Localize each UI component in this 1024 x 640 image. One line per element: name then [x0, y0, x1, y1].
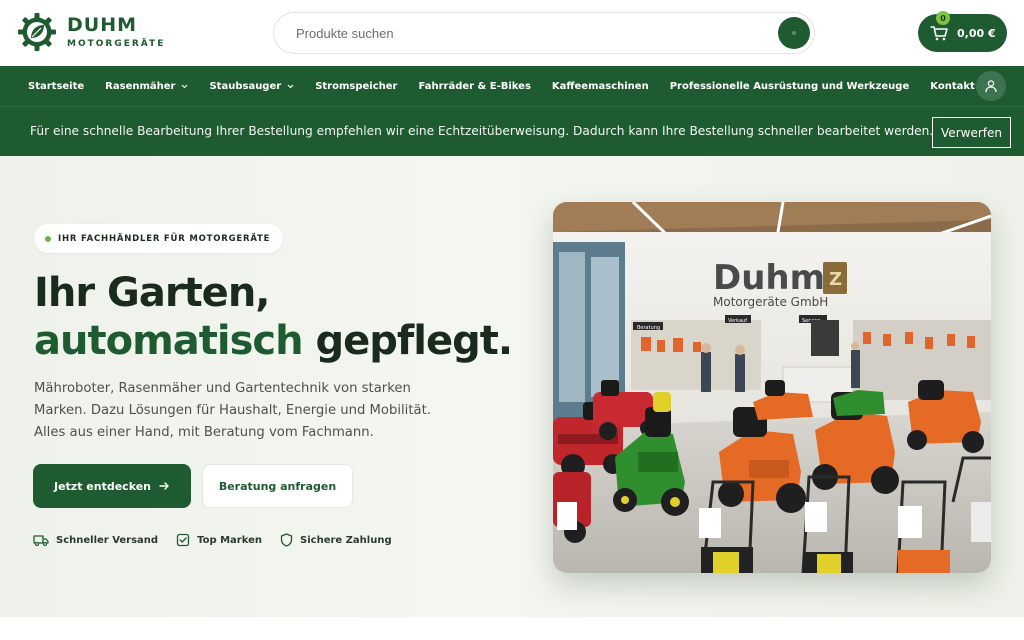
feature-item: Sichere Zahlung: [280, 533, 392, 547]
search-input[interactable]: [296, 13, 766, 53]
headline-line1: Ihr Garten,: [34, 270, 270, 316]
brand-tagline: MOTORGERÄTE: [67, 38, 166, 49]
account-button[interactable]: [976, 71, 1006, 101]
notice-text: Für eine schnelle Bearbeitung Ihrer Best…: [30, 124, 934, 138]
nav-items: Startseite Rasenmäher Staubsauger Stroms…: [28, 66, 996, 106]
consultation-button[interactable]: Beratung anfragen: [202, 464, 353, 508]
hero-lead: Mähroboter, Rasenmäher und Gartentechnik…: [34, 381, 431, 440]
feature-list: Schneller Versand Top Marken Sichere Zah…: [33, 533, 392, 547]
nav-item-rasenmaeher[interactable]: Rasenmäher: [105, 81, 188, 92]
discover-label: Jetzt entdecken: [53, 479, 152, 493]
nav-item-startseite[interactable]: Startseite: [28, 81, 84, 92]
gear-leaf-icon: [18, 13, 56, 51]
check-square-icon: [176, 533, 190, 547]
hero-headline: Ihr Garten, automatisch gepflegt.: [34, 269, 514, 365]
showroom-sign-name: Duhm: [713, 258, 825, 298]
shelf-label: Beratung: [637, 325, 660, 331]
showroom-sign-icon: Z: [829, 269, 842, 290]
shield-icon: [280, 533, 293, 547]
main-nav: Startseite Rasenmäher Staubsauger Stroms…: [0, 66, 1024, 106]
hero-section: IHR FACHHÄNDLER FÜR MOTORGERÄTE Ihr Gart…: [0, 156, 1024, 640]
nav-label: Kaffeemaschinen: [551, 80, 649, 92]
site-header: DUHM MOTORGERÄTE 0,00 € 0: [0, 0, 1024, 66]
user-icon: [985, 80, 997, 93]
brand-name: DUHM: [67, 13, 138, 36]
arrow-right-icon: [159, 482, 169, 490]
showroom-sign-sub: Motorgeräte GmbH: [713, 295, 828, 309]
truck-icon: [33, 535, 49, 547]
dismiss-button[interactable]: Verwerfen: [932, 117, 1011, 148]
nav-label: Startseite: [28, 80, 85, 92]
eyebrow-badge: IHR FACHHÄNDLER FÜR MOTORGERÄTE: [34, 224, 284, 253]
nav-label: Kontakt: [930, 80, 975, 92]
search-button[interactable]: [778, 17, 810, 49]
cart-icon: [930, 26, 948, 41]
headline-rest: gepflegt.: [302, 318, 514, 364]
nav-item-stromspeicher[interactable]: Stromspeicher: [315, 81, 397, 92]
cart-button[interactable]: 0,00 € 0: [918, 11, 1007, 52]
dot-icon: [45, 235, 51, 242]
showroom-photo: Duhm Z Motorgeräte GmbH Beratung Verkauf…: [553, 202, 991, 573]
page-bottom: [0, 617, 1024, 640]
feature-item: Schneller Versand: [33, 533, 158, 547]
feature-item: Top Marken: [176, 533, 262, 547]
eyebrow-text: IHR FACHHÄNDLER FÜR MOTORGERÄTE: [58, 233, 271, 244]
feature-label: Sichere Zahlung: [300, 534, 392, 546]
nav-item-staubsauger[interactable]: Staubsauger: [209, 81, 294, 92]
nav-label: Professionelle Ausrüstung und Werkzeuge: [669, 80, 910, 92]
nav-item-kaffeemaschinen[interactable]: Kaffeemaschinen: [552, 81, 649, 92]
nav-label: Rasenmäher: [105, 80, 176, 92]
chevron-down-icon: [182, 84, 188, 88]
search-icon: [792, 31, 796, 35]
logo-link[interactable]: DUHM MOTORGERÄTE: [17, 12, 165, 52]
nav-label: Fahrräder & E-Bikes: [418, 80, 531, 92]
cart-total: 0,00 €: [957, 26, 996, 40]
cart-count-badge: 0: [936, 11, 950, 25]
logo-text: DUHM MOTORGERÄTE: [67, 13, 166, 49]
shelf-label: Verkauf: [728, 318, 747, 324]
nav-label: Staubsauger: [209, 80, 282, 92]
payment-notice-banner: Für eine schnelle Bearbeitung Ihrer Best…: [0, 106, 1024, 156]
nav-item-kontakt[interactable]: Kontakt: [930, 81, 975, 92]
showroom-illustration: Duhm Z Motorgeräte GmbH Beratung Verkauf…: [553, 202, 991, 573]
search-bar: [273, 12, 815, 54]
nav-label: Stromspeicher: [315, 80, 398, 92]
nav-item-fahrraeder[interactable]: Fahrräder & E-Bikes: [418, 81, 530, 92]
headline-accent: automatisch: [34, 318, 304, 364]
feature-label: Schneller Versand: [56, 534, 159, 546]
feature-label: Top Marken: [197, 534, 263, 546]
discover-button[interactable]: Jetzt entdecken: [33, 464, 191, 508]
chevron-down-icon: [287, 84, 294, 88]
nav-item-ausruestung[interactable]: Professionelle Ausrüstung und Werkzeuge: [670, 81, 910, 92]
